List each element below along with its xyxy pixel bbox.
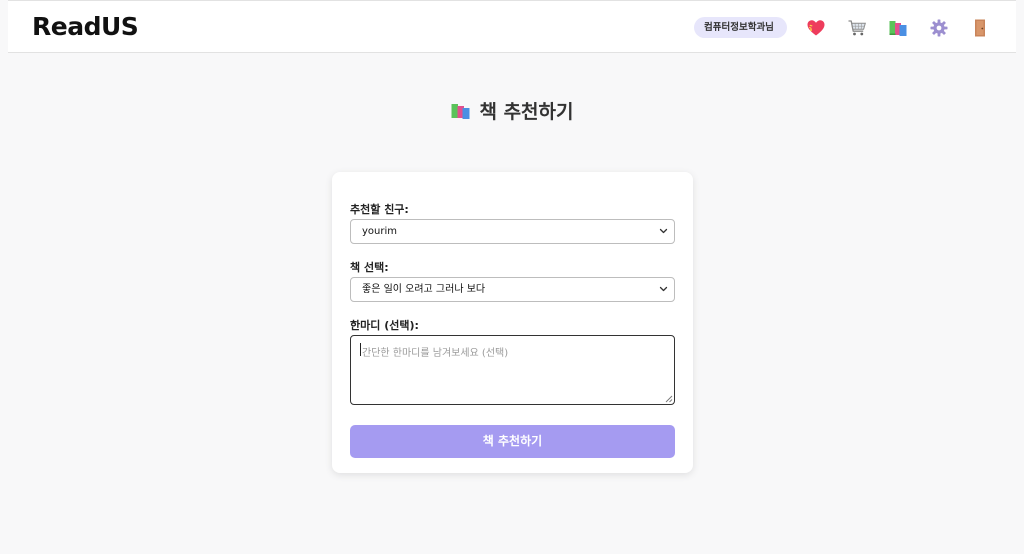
book-select[interactable]: 좋은 일이 오려고 그러나 보다 [350, 277, 675, 302]
door-icon[interactable] [970, 18, 990, 38]
chevron-down-icon [659, 220, 668, 243]
recommend-form: 추천할 친구: yourim 책 선택: 좋은 일이 오려고 그러나 보다 한마… [332, 172, 693, 473]
friend-label: 추천할 친구: [350, 203, 409, 216]
page-title-text: 책 추천하기 [479, 101, 574, 123]
page-title: 책 추천하기 [0, 97, 1024, 124]
books-icon [450, 101, 471, 121]
friend-select-value: yourim [362, 226, 398, 237]
message-label: 한마디 (선택): [350, 319, 419, 332]
book-select-value: 좋은 일이 오려고 그러나 보다 [362, 284, 486, 295]
message-placeholder: 간단한 한마디를 남겨보세요 (선택) [362, 348, 509, 359]
text-caret [360, 343, 361, 356]
chevron-down-icon [659, 278, 668, 301]
gear-icon[interactable] [929, 18, 949, 38]
message-textarea[interactable]: 간단한 한마디를 남겨보세요 (선택) [350, 335, 675, 405]
friend-select[interactable]: yourim [350, 219, 675, 244]
resize-handle-icon[interactable] [665, 395, 673, 403]
app-logo[interactable]: ReadUS [32, 12, 139, 41]
book-label: 책 선택: [350, 261, 389, 274]
submit-button[interactable]: 책 추천하기 [350, 425, 675, 458]
heart-icon[interactable] [806, 18, 826, 38]
books-icon[interactable] [888, 18, 908, 38]
user-badge[interactable]: 컴퓨터정보학과님 [694, 17, 787, 38]
cart-icon[interactable] [847, 18, 867, 38]
top-header: ReadUS 컴퓨터정보학과님 [8, 0, 1016, 53]
